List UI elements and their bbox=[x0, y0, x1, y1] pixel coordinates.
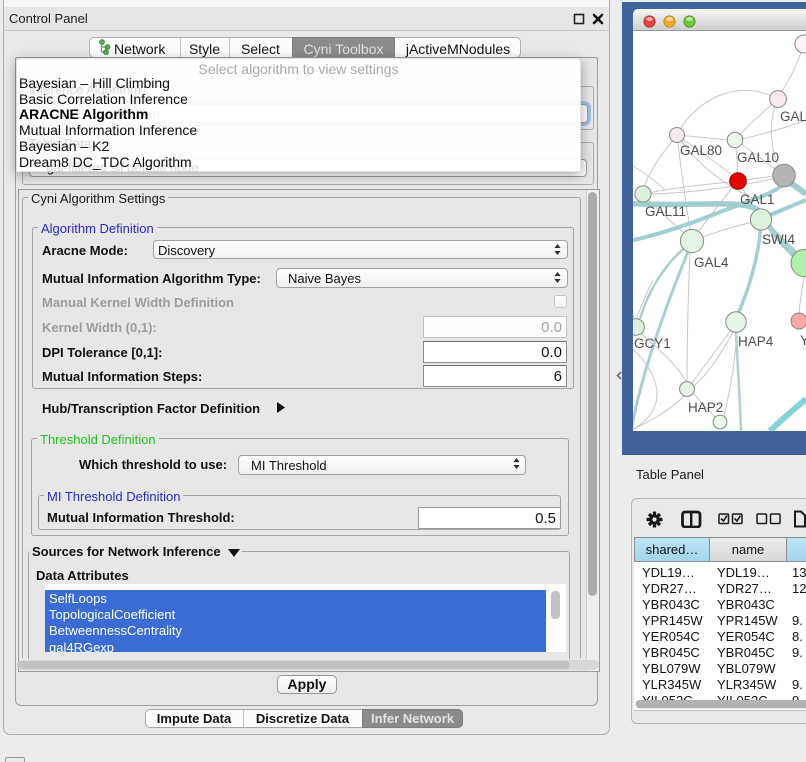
svg-text:GAL1: GAL1 bbox=[740, 192, 775, 207]
svg-text:GAL10: GAL10 bbox=[737, 150, 779, 165]
svg-text:HAP2: HAP2 bbox=[688, 400, 723, 415]
svg-text:GAL4: GAL4 bbox=[694, 255, 729, 270]
svg-text:Y: Y bbox=[800, 333, 806, 348]
svg-text:SWI4: SWI4 bbox=[762, 232, 795, 247]
svg-text:HAP4: HAP4 bbox=[738, 334, 774, 349]
svg-text:GCY1: GCY1 bbox=[634, 336, 671, 351]
svg-text:GAL11: GAL11 bbox=[645, 204, 686, 219]
svg-text:GAL80: GAL80 bbox=[680, 143, 722, 158]
svg-text:GAL: GAL bbox=[780, 109, 806, 124]
